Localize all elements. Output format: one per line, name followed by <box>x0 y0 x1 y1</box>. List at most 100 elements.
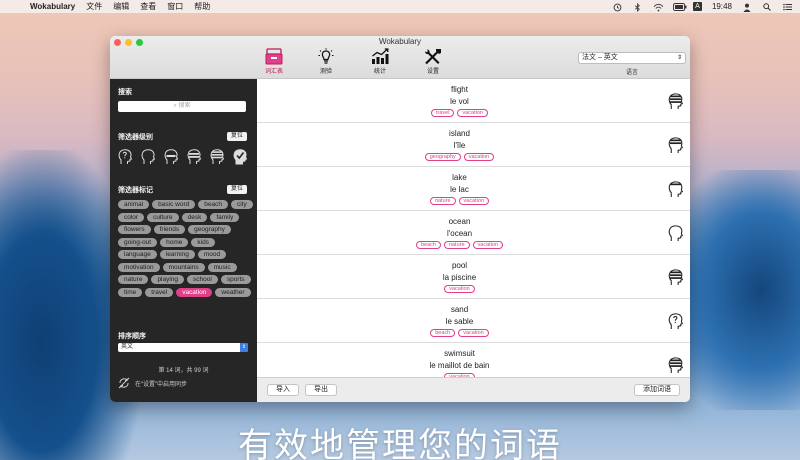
tag-filter-chip[interactable]: city <box>230 200 253 209</box>
lightbulb-icon <box>318 48 334 64</box>
tag-filter-chip[interactable]: learning <box>159 250 195 259</box>
word-row[interactable]: lake le lac nature vacation <box>257 167 690 211</box>
tag-filter-chip[interactable]: weather <box>215 287 251 297</box>
level-reset-button[interactable]: 复位 <box>227 132 247 141</box>
level-filter-heading: 筛选器级别 <box>118 134 153 141</box>
word-tag: vacation <box>472 241 504 249</box>
word-row[interactable]: sand le sable beach vacation <box>257 299 690 343</box>
menu-help[interactable]: 帮助 <box>194 1 210 12</box>
battery-icon[interactable] <box>673 2 687 11</box>
toolbar-vocabulary-label: 词汇表 <box>264 69 283 75</box>
tag-reset-button[interactable]: 复位 <box>227 185 247 194</box>
bluetooth-icon[interactable] <box>633 2 643 12</box>
tag-filter-chip[interactable]: geography <box>188 225 231 234</box>
menu-window[interactable]: 窗口 <box>167 1 183 12</box>
word-row[interactable]: island l'île geography vacation <box>257 123 690 167</box>
word-row[interactable]: flight le vol travel vacation <box>257 79 690 123</box>
tag-filter-chip[interactable]: time <box>118 287 143 297</box>
sync-disabled-icon <box>118 377 130 389</box>
export-button[interactable]: 导出 <box>305 384 337 396</box>
add-word-button[interactable]: 添加词语 <box>634 384 680 396</box>
menu-file[interactable]: 文件 <box>86 1 102 12</box>
tag-filter-chip[interactable]: music <box>207 262 237 272</box>
word-level-head-icon <box>668 312 684 335</box>
tag-filter-chip[interactable]: language <box>118 250 157 259</box>
search-placeholder: 搜索 <box>178 103 191 109</box>
tag-filter-chip[interactable]: school <box>187 275 218 284</box>
search-icon: ⌕ <box>173 103 177 109</box>
word-term: sand <box>450 305 469 314</box>
apple-icon[interactable] <box>10 2 20 12</box>
language-select[interactable]: 法文 – 英文 ⇕ <box>578 52 686 64</box>
word-list: flight le vol travel vacation island l'île geo… <box>257 79 690 377</box>
tag-filter-chip[interactable]: playing <box>151 275 185 284</box>
tag-filter-chip[interactable]: vacation <box>176 287 213 297</box>
level-3-head-icon[interactable] <box>187 148 201 165</box>
tag-filter-chip[interactable]: culture <box>147 212 179 222</box>
word-level-head-icon <box>668 356 684 377</box>
word-tag-list: geography vacation <box>257 153 662 161</box>
tag-filter-chip[interactable]: sports <box>220 275 251 284</box>
tag-filter-chip[interactable]: travel <box>145 287 174 297</box>
menu-app-name[interactable]: Wokabulary <box>30 2 75 11</box>
tag-filter-chip[interactable]: desk <box>181 212 208 222</box>
menu-view[interactable]: 查看 <box>140 1 156 12</box>
menu-bar: Wokabulary 文件 编辑 查看 窗口 帮助 A 19:48 <box>0 0 800 13</box>
import-button[interactable]: 导入 <box>267 384 299 396</box>
tag-filter-chip[interactable]: family <box>210 212 240 222</box>
tag-filter-chip[interactable]: mountains <box>162 262 205 272</box>
level-4-head-icon[interactable] <box>210 148 224 165</box>
tag-filter-cloud: animal basic word beach city color culture des… <box>118 200 254 297</box>
select-arrows-icon: ⇕ <box>240 343 248 352</box>
notification-center-icon[interactable] <box>782 3 792 11</box>
word-tag: vacation <box>444 285 475 293</box>
sidebar: 搜索 ⌕ 搜索 筛选器级别 复位 筛选器标记 复位 animal basic w… <box>110 79 257 402</box>
tag-filter-chip[interactable]: going-out <box>118 237 158 247</box>
level-2-head-icon[interactable] <box>164 148 178 165</box>
level-1-head-icon[interactable] <box>141 148 155 165</box>
toolbar-statistics-button[interactable]: 统计 <box>364 48 396 75</box>
word-count-text: 第 14 词，共 99 词 <box>158 368 209 374</box>
wifi-icon[interactable] <box>653 3 664 11</box>
word-row[interactable]: swimsuit le maillot de bain vacation <box>257 343 690 377</box>
sort-order-heading: 排序顺序 <box>118 333 146 340</box>
language-caption: 语言 <box>625 70 638 76</box>
tag-filter-chip[interactable]: friends <box>153 225 186 234</box>
time-machine-icon[interactable] <box>613 3 623 11</box>
tag-filter-chip[interactable]: home <box>160 237 189 247</box>
spotlight-search-icon[interactable] <box>762 2 772 11</box>
word-term: island <box>449 129 470 138</box>
word-translation: le sable <box>445 317 474 326</box>
tag-filter-chip[interactable]: mood <box>197 250 227 259</box>
title-bar: Wokabulary 词汇表 测验 统计 设置 法文 – 英文 ⇕ 语言 <box>110 36 690 79</box>
tag-filter-chip[interactable]: kids <box>191 237 215 247</box>
word-row[interactable]: pool la piscine vacation <box>257 255 690 299</box>
word-translation: le vol <box>450 97 469 106</box>
menubar-clock[interactable]: 19:48 <box>712 2 732 11</box>
window-title: Wokabulary <box>378 37 422 46</box>
level-5-head-icon[interactable] <box>233 148 247 165</box>
sort-order-select[interactable]: 英文 ⇕ <box>118 343 248 352</box>
tag-filter-chip[interactable]: motivation <box>118 262 160 272</box>
tag-filter-chip[interactable]: animal <box>118 200 150 209</box>
tag-filter-chip[interactable]: basic word <box>152 200 196 209</box>
sync-status: 在“设置”中启用同步 <box>118 377 187 389</box>
search-input[interactable]: ⌕ 搜索 <box>118 101 246 112</box>
tag-filter-chip[interactable]: flowers <box>118 225 151 234</box>
input-source-indicator[interactable]: A <box>692 2 702 11</box>
word-row[interactable]: ocean l'ocean beach nature vacation <box>257 211 690 255</box>
tag-filter-chip[interactable]: color <box>118 212 145 222</box>
tag-filter-chip[interactable]: beach <box>198 200 228 209</box>
word-tag: beach <box>430 329 456 337</box>
level-0-head-icon[interactable] <box>118 148 132 165</box>
toolbar-vocabulary-button[interactable]: 词汇表 <box>258 48 290 75</box>
toolbar-quiz-button[interactable]: 测验 <box>310 48 342 75</box>
word-term: swimsuit <box>444 349 475 358</box>
word-tag: nature <box>429 197 456 205</box>
toolbar-settings-button[interactable]: 设置 <box>417 48 449 75</box>
menu-edit[interactable]: 编辑 <box>113 1 129 12</box>
tag-filter-chip[interactable]: nature <box>118 275 149 284</box>
user-icon[interactable] <box>742 3 752 12</box>
word-level-head-icon <box>668 136 684 159</box>
word-term: pool <box>451 261 468 270</box>
